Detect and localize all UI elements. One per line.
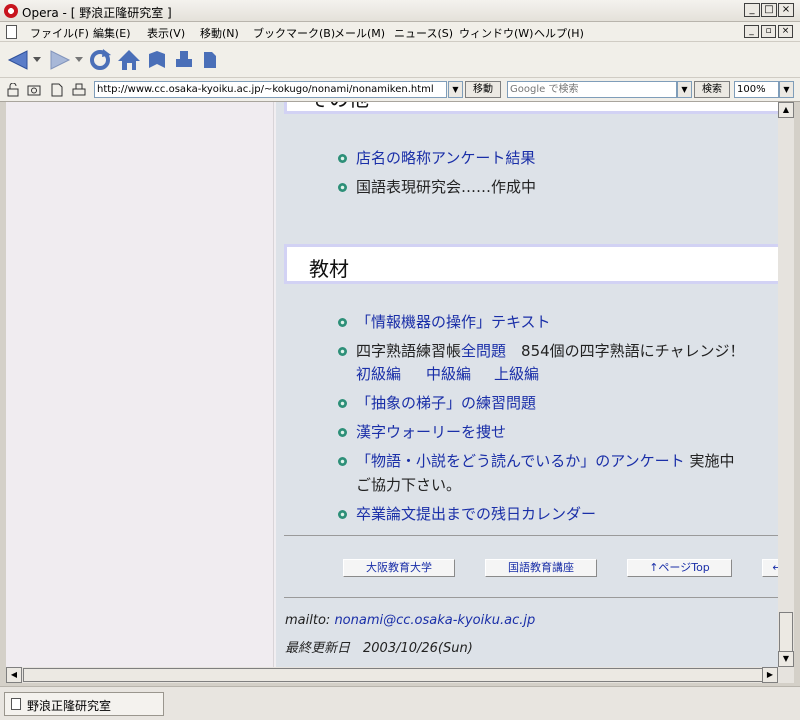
bullet-icon xyxy=(338,510,347,519)
title-bar: Opera - [ 野浪正隆研究室 ] _ □ × xyxy=(0,0,800,22)
page-tab[interactable]: 野浪正隆研究室 xyxy=(4,692,164,716)
bullet-icon xyxy=(338,154,347,163)
zoom-field[interactable]: 100% xyxy=(734,81,779,98)
search-field[interactable] xyxy=(507,81,677,98)
home-icon[interactable] xyxy=(116,48,142,72)
link-all-questions[interactable]: 全問題 xyxy=(461,342,506,360)
link-story-survey[interactable]: 「物語・小説をどう読んでいるか」のアンケート xyxy=(356,452,685,470)
menu-bar: ファイル(F) 編集(E) 表示(V) 移動(N) ブックマーク(B) メール(… xyxy=(0,22,800,42)
section-header-other: その他 xyxy=(284,102,778,114)
link-osaka-kyoiku-univ[interactable]: 大阪教育大学 xyxy=(343,559,455,577)
menu-edit[interactable]: 編集(E) xyxy=(93,25,131,41)
text-expression-study-group: 国語表現研究会……作成中 xyxy=(356,178,537,196)
address-toolbar: ▼ 移動 ▼ 検索 100% ▼ xyxy=(0,78,800,102)
menu-bookmarks[interactable]: ブックマーク(B) xyxy=(253,25,335,41)
link-intermediate[interactable]: 中級編 xyxy=(426,363,471,384)
mdi-close-button[interactable]: × xyxy=(778,25,793,38)
link-info-device-text[interactable]: 「情報機器の操作」テキスト xyxy=(356,311,551,332)
document-icon xyxy=(11,698,21,710)
bullet-icon xyxy=(338,183,347,192)
search-engine-dropdown-icon[interactable]: ▼ xyxy=(677,81,692,98)
link-kanji-wally[interactable]: 漢字ウォーリーを捜せ xyxy=(356,421,506,442)
reload-icon[interactable] xyxy=(88,48,112,72)
mailto-label: mailto: xyxy=(285,613,331,628)
forward-icon[interactable] xyxy=(48,48,72,72)
link-store-abbreviation-survey[interactable]: 店名の略称アンケート結果 xyxy=(356,147,535,168)
bullet-icon xyxy=(338,457,347,466)
link-thesis-calendar[interactable]: 卒業論文提出までの残日カレンダー xyxy=(356,503,596,524)
menu-navigate[interactable]: 移動(N) xyxy=(200,25,239,41)
link-japanese-education-dept[interactable]: 国語教育講座 xyxy=(485,559,597,577)
menu-news[interactable]: ニュース(S) xyxy=(394,25,453,41)
mailto-line: mailto: nonami@cc.osaka-kyoiku.ac.jp xyxy=(285,613,535,628)
page-viewport: その他 店名の略称アンケート結果 国語表現研究会……作成中 教材 「情報機器の操… xyxy=(6,102,778,667)
forward-history-dropdown-icon[interactable] xyxy=(74,48,84,72)
content-frame: その他 店名の略称アンケート結果 国語表現研究会……作成中 教材 「情報機器の操… xyxy=(276,102,778,667)
scroll-up-icon[interactable]: ▲ xyxy=(778,102,794,118)
scroll-right-icon[interactable]: ▶ xyxy=(762,667,778,683)
hotlist-icon[interactable] xyxy=(146,48,168,72)
print-icon[interactable] xyxy=(174,48,194,72)
horizontal-scroll-thumb[interactable] xyxy=(23,668,763,682)
close-button[interactable]: × xyxy=(778,3,794,17)
divider xyxy=(284,597,778,598)
menu-help[interactable]: ヘルプ(H) xyxy=(534,25,584,41)
yojijukugo-label: 四字熟語練習帳 xyxy=(356,342,462,360)
opera-logo-icon xyxy=(4,4,18,18)
mdi-restore-button[interactable]: ▫ xyxy=(761,25,776,38)
go-button[interactable]: 移動 xyxy=(465,81,501,98)
menu-view[interactable]: 表示(V) xyxy=(147,25,185,41)
bullet-icon xyxy=(338,318,347,327)
search-button[interactable]: 検索 xyxy=(694,81,730,98)
bullet-icon xyxy=(338,347,347,356)
bullet-icon xyxy=(338,428,347,437)
survey-status: 実施中 xyxy=(689,452,735,470)
email-link[interactable]: nonami@cc.osaka-kyoiku.ac.jp xyxy=(334,613,535,628)
back-icon[interactable] xyxy=(6,48,30,72)
link-abstraction-ladder[interactable]: 「抽象の梯子」の練習問題 xyxy=(356,392,536,413)
last-updated: 最終更新日 2003/10/26(Sun) xyxy=(285,641,473,656)
link-advanced[interactable]: 上級編 xyxy=(494,363,539,384)
scroll-down-icon[interactable]: ▼ xyxy=(778,651,794,667)
camera-icon[interactable] xyxy=(27,83,41,97)
section-header-materials: 教材 xyxy=(284,244,778,284)
story-survey-item: 「物語・小説をどう読んでいるか」のアンケート 実施中 xyxy=(356,450,734,471)
mdi-minimize-button[interactable]: _ xyxy=(744,25,759,38)
status-bar: 野浪正隆研究室 xyxy=(0,686,800,720)
address-dropdown-icon[interactable]: ▼ xyxy=(448,81,463,98)
print-preview-icon[interactable] xyxy=(72,83,86,97)
section-title-materials: 教材 xyxy=(309,257,349,281)
yojijukugo-description: 854個の四字熟語にチャレンジ！ xyxy=(521,342,745,360)
vertical-scroll-thumb[interactable] xyxy=(779,612,793,652)
address-field[interactable] xyxy=(94,81,447,98)
back-history-dropdown-icon[interactable] xyxy=(32,48,42,72)
link-beginner[interactable]: 初級編 xyxy=(356,363,401,384)
scroll-left-icon[interactable]: ◀ xyxy=(6,667,22,683)
document-icon[interactable] xyxy=(6,25,17,39)
bullet-icon xyxy=(338,399,347,408)
page-tab-title: 野浪正隆研究室 xyxy=(27,699,112,713)
left-frame xyxy=(6,102,274,667)
divider xyxy=(284,535,778,536)
survey-request-text: ご協力下さい。 xyxy=(356,476,462,494)
section-title-other: その他 xyxy=(309,102,369,112)
window-title: Opera - [ 野浪正隆研究室 ] xyxy=(22,6,172,20)
navigation-toolbar xyxy=(0,42,800,78)
menu-window[interactable]: ウィンドウ(W) xyxy=(459,25,533,41)
page-info-icon[interactable] xyxy=(50,83,64,97)
page-icon[interactable] xyxy=(202,48,218,72)
link-page-top[interactable]: ↑ページTop xyxy=(627,559,732,577)
link-back[interactable]: ← xyxy=(762,559,778,577)
menu-mail[interactable]: メール(M) xyxy=(334,25,385,41)
yojijukugo-item: 四字熟語練習帳全問題 854個の四字熟語にチャレンジ！ xyxy=(356,340,745,361)
vertical-scrollbar[interactable]: ▲ ▼ xyxy=(778,102,794,667)
maximize-button[interactable]: □ xyxy=(761,3,777,17)
zoom-dropdown-icon[interactable]: ▼ xyxy=(779,81,794,98)
security-lock-icon[interactable] xyxy=(6,83,20,97)
horizontal-scrollbar[interactable]: ◀ ▶ xyxy=(6,667,794,683)
menu-file[interactable]: ファイル(F) xyxy=(30,25,89,41)
minimize-button[interactable]: _ xyxy=(744,3,760,17)
